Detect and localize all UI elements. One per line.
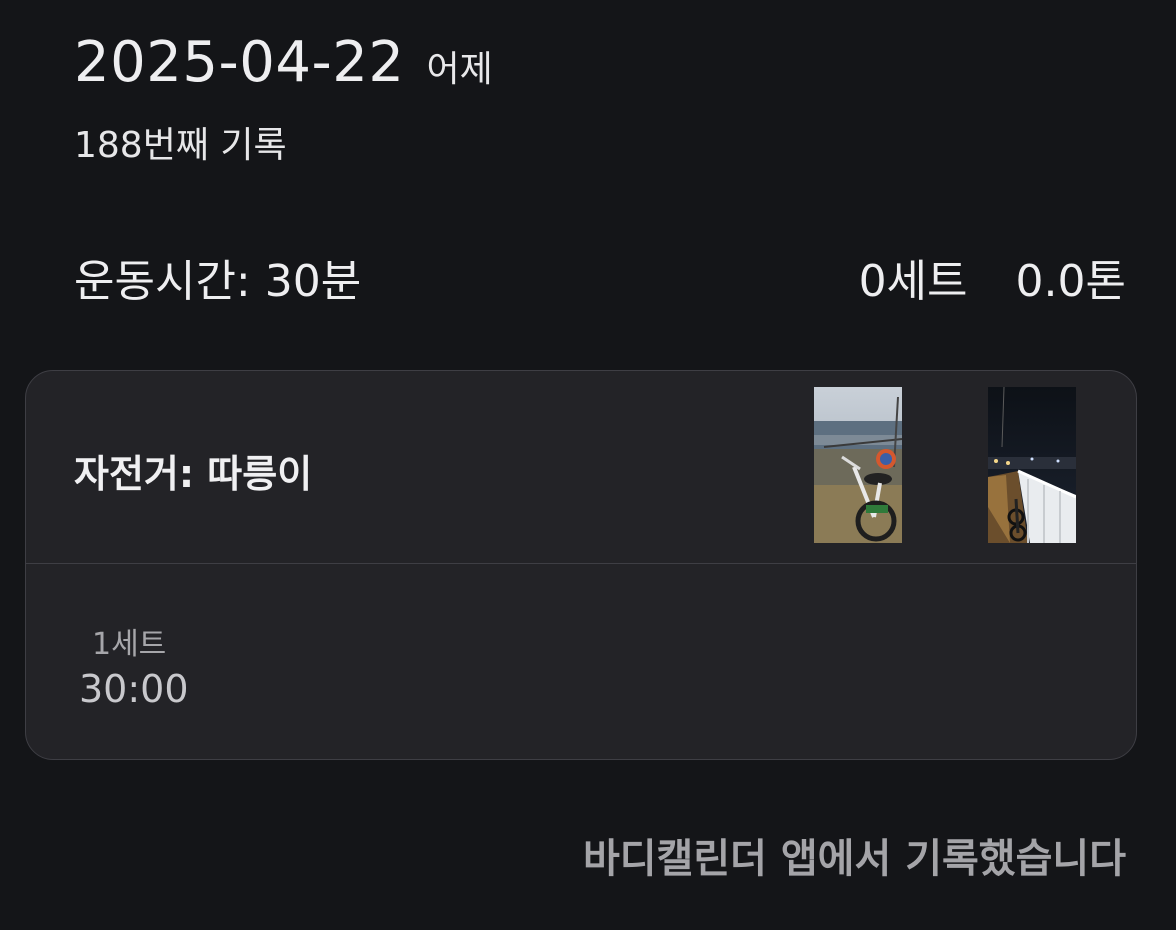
- record-count: 188번째 기록: [74, 125, 287, 166]
- set-duration-value: 30:00: [79, 667, 189, 711]
- night-bridge-bicycle-photo[interactable]: [988, 387, 1076, 543]
- workout-summary: 운동시간: 30분 0세트 0.0톤: [74, 245, 1126, 309]
- workout-record-page: 2025-04-22 어제 188번째 기록 운동시간: 30분 0세트 0.0…: [0, 0, 1176, 930]
- exercise-card[interactable]: 자전거: 따릉이 1세트 30:00: [25, 370, 1137, 760]
- exercise-card-header: 자전거: 따릉이: [26, 371, 1136, 564]
- relative-day-label: 어제: [426, 49, 493, 90]
- source-app-note: 바디캘린더 앱에서 기록했습니다: [582, 836, 1126, 882]
- exercise-name: 자전거: 따릉이: [74, 452, 313, 496]
- total-sets: 0세트: [858, 256, 968, 307]
- summary-stats: 0세트 0.0톤: [859, 245, 1126, 309]
- total-volume: 0.0톤: [1015, 256, 1126, 307]
- date-row: 2025-04-22 어제: [74, 30, 493, 95]
- set-label: 1세트: [92, 627, 167, 662]
- workout-duration: 운동시간: 30분: [74, 256, 362, 307]
- record-date: 2025-04-22: [74, 30, 405, 95]
- bicycle-by-river-photo[interactable]: [814, 387, 902, 543]
